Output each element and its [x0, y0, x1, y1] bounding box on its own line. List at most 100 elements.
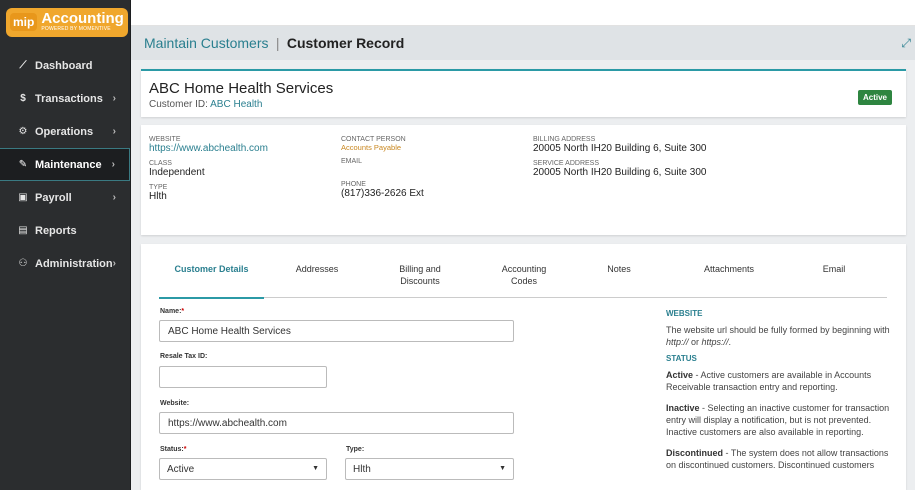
- status-label: Status:*: [160, 446, 186, 453]
- money-icon: ▣: [18, 192, 28, 203]
- help-term: Active: [666, 370, 694, 380]
- chevron-right-icon: ›: [111, 159, 115, 170]
- website-field-label: Website:: [160, 400, 190, 407]
- chevron-right-icon: ›: [112, 258, 116, 269]
- tab-customer-details[interactable]: Customer Details: [159, 261, 264, 299]
- status-select-value: Active: [167, 464, 195, 475]
- sidebar-item-label: Reports: [35, 224, 77, 237]
- top-bar: [131, 0, 915, 26]
- status-select[interactable]: Active ▼: [159, 458, 327, 480]
- dollar-icon: $: [20, 93, 26, 104]
- file-icon: ▤: [18, 225, 28, 236]
- sidebar-item-reports[interactable]: ▤ Reports: [0, 214, 130, 247]
- name-label: Name:*: [160, 308, 184, 315]
- sidebar-nav: ⟋ Dashboard $ Transactions › ⚙ Operation…: [0, 49, 130, 280]
- website-label: WEBSITE: [149, 136, 181, 143]
- customer-id-link[interactable]: ABC Health: [210, 99, 262, 110]
- sidebar-item-label: Payroll: [35, 191, 72, 204]
- sidebar-item-label: Administration: [35, 257, 113, 270]
- billing-address-value: 20005 North IH20 Building 6, Suite 300: [533, 143, 707, 154]
- breadcrumb-maintain-customers[interactable]: Maintain Customers: [144, 35, 269, 51]
- phone-label: PHONE: [341, 181, 366, 188]
- resale-tax-id-label: Resale Tax ID:: [160, 353, 208, 360]
- sidebar-item-operations[interactable]: ⚙ Operations ›: [0, 115, 130, 148]
- chevron-down-icon: ▼: [312, 465, 319, 472]
- info-column-1: WEBSITE https://www.abchealth.com CLASS …: [149, 136, 268, 208]
- help-status-title: STATUS: [666, 354, 697, 363]
- sidebar-item-transactions[interactable]: $ Transactions ›: [0, 82, 130, 115]
- type-select[interactable]: Hlth ▼: [345, 458, 514, 480]
- required-mark: *: [183, 446, 187, 453]
- type-field-label: Type:: [346, 446, 365, 453]
- service-address-value: 20005 North IH20 Building 6, Suite 300: [533, 167, 707, 178]
- sidebar-item-label: Operations: [35, 125, 94, 138]
- info-column-2: CONTACT PERSON Accounts Payable EMAIL PH…: [341, 136, 424, 205]
- help-discontinued-text: Discontinued - The system does not allow…: [666, 447, 894, 471]
- type-select-value: Hlth: [353, 464, 371, 475]
- email-value: [341, 165, 424, 175]
- contact-value: Accounts Payable: [341, 143, 402, 152]
- tab-billing-and-discounts[interactable]: Billing and Discounts: [381, 261, 459, 287]
- help-text: .: [728, 337, 732, 347]
- help-text: - Selecting an inactive customer for tra…: [666, 403, 890, 437]
- contact-label: CONTACT PERSON: [341, 136, 406, 143]
- tab-accounting-codes[interactable]: Accounting Codes: [489, 261, 559, 287]
- help-website-title: WEBSITE: [666, 309, 703, 318]
- logo-mip: mip: [10, 13, 38, 31]
- sidebar-item-administration[interactable]: ⚇ Administration ›: [0, 247, 130, 280]
- type-value: Hlth: [149, 191, 167, 202]
- page-header: Maintain Customers | Customer Record ⤢: [131, 26, 915, 60]
- tab-attachments[interactable]: Attachments: [679, 261, 779, 275]
- chevron-right-icon: ›: [112, 126, 116, 137]
- type-label: TYPE: [149, 184, 168, 191]
- chevron-right-icon: ›: [112, 93, 116, 104]
- name-label-text: Name:: [160, 308, 182, 315]
- sidebar-item-maintenance[interactable]: ✎ Maintenance ›: [0, 148, 130, 181]
- tab-addresses[interactable]: Addresses: [271, 261, 363, 275]
- help-text: The website url should be fully formed b…: [666, 325, 890, 335]
- phone-value: (817)336-2626 Ext: [341, 188, 424, 199]
- customer-name: ABC Home Health Services: [149, 80, 334, 97]
- sidebar: mip Accounting POWERED BY MOMENTIVE ⟋ Da…: [0, 0, 131, 490]
- status-badge: Active: [857, 90, 892, 105]
- website-input[interactable]: [159, 412, 514, 434]
- customer-id-label: Customer ID:: [149, 99, 208, 110]
- website-link[interactable]: https://www.abchealth.com: [149, 143, 268, 154]
- resale-tax-id-input[interactable]: [159, 366, 327, 388]
- class-value: Independent: [149, 167, 205, 178]
- help-active-text: Active - Active customers are available …: [666, 369, 894, 393]
- class-label: CLASS: [149, 160, 172, 167]
- chevron-down-icon: ▼: [499, 465, 506, 472]
- sidebar-item-payroll[interactable]: ▣ Payroll ›: [0, 181, 130, 214]
- sidebar-item-label: Transactions: [35, 92, 103, 105]
- sidebar-item-label: Maintenance: [35, 158, 102, 171]
- logo-text: Accounting POWERED BY MOMENTIVE: [41, 11, 124, 33]
- help-text: - Active customers are available in Acco…: [666, 370, 872, 392]
- info-column-3: BILLING ADDRESS 20005 North IH20 Buildin…: [533, 136, 706, 184]
- wrench-icon: ✎: [18, 159, 28, 170]
- customer-title-card: ABC Home Health Services Customer ID: AB…: [141, 69, 906, 117]
- help-term: Discontinued: [666, 448, 724, 458]
- expand-icon[interactable]: ⤢: [901, 36, 911, 51]
- app-logo[interactable]: mip Accounting POWERED BY MOMENTIVE: [0, 0, 130, 45]
- page-title: Customer Record: [286, 35, 405, 51]
- name-input[interactable]: [159, 320, 514, 342]
- tab-bar: Customer Details Addresses Billing and D…: [159, 261, 887, 299]
- service-address-label: SERVICE ADDRESS: [533, 160, 600, 167]
- tab-email[interactable]: Email: [799, 261, 869, 275]
- help-example: https://: [701, 337, 729, 347]
- help-inactive-text: Inactive - Selecting an inactive custome…: [666, 402, 894, 438]
- tab-notes[interactable]: Notes: [589, 261, 649, 275]
- chevron-right-icon: ›: [112, 192, 116, 203]
- customer-id-line: Customer ID: ABC Health: [149, 99, 898, 110]
- help-term: Inactive: [666, 403, 700, 413]
- gears-icon: ⚙: [18, 126, 28, 137]
- status-label-text: Status:: [160, 446, 184, 453]
- email-label: EMAIL: [341, 158, 363, 165]
- sidebar-item-dashboard[interactable]: ⟋ Dashboard: [0, 49, 130, 82]
- help-website-text: The website url should be fully formed b…: [666, 324, 894, 348]
- breadcrumb-separator: |: [275, 35, 280, 51]
- required-mark: *: [181, 308, 185, 315]
- logo-title: Accounting: [41, 10, 124, 27]
- logo-badge: mip Accounting POWERED BY MOMENTIVE: [6, 8, 128, 37]
